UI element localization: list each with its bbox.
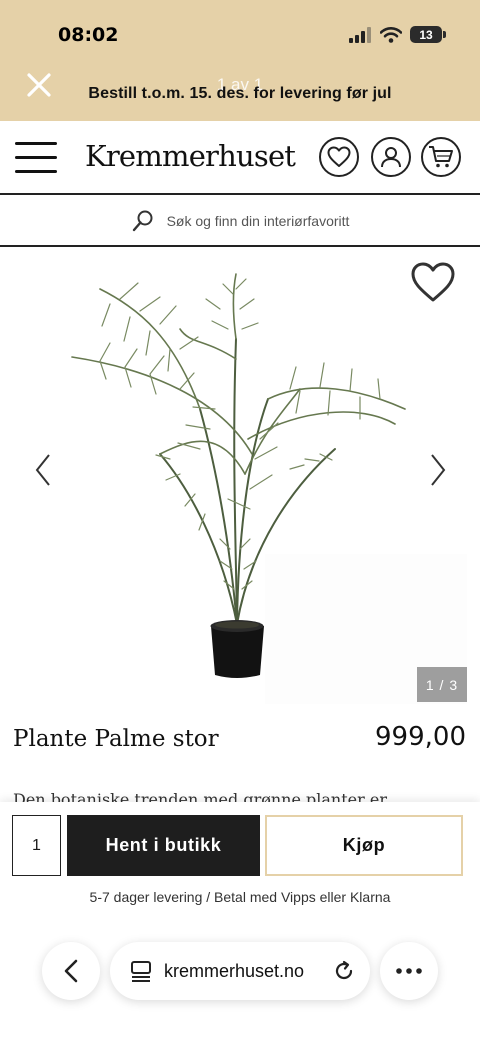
- status-time: 08:02: [58, 24, 119, 46]
- wishlist-button[interactable]: [319, 137, 359, 177]
- browser-back-button[interactable]: [42, 942, 100, 1000]
- wifi-icon: [380, 26, 402, 43]
- search-icon: [132, 210, 153, 232]
- chevron-right-icon[interactable]: [428, 452, 448, 488]
- cart-button[interactable]: [421, 137, 461, 177]
- product-name: Plante Palme stor: [13, 726, 219, 752]
- site-header: Kremmerhuset: [0, 121, 480, 195]
- image-counter: 1 / 3: [417, 667, 467, 702]
- banner-text[interactable]: Bestill t.o.m. 15. des. for levering før…: [0, 85, 480, 103]
- heart-icon: [327, 146, 351, 167]
- buy-button[interactable]: Kjøp: [265, 815, 463, 876]
- user-icon: [381, 147, 401, 168]
- quantity-input[interactable]: 1: [12, 815, 61, 876]
- product-image: [71, 273, 467, 704]
- page-menu-icon: [131, 961, 151, 982]
- account-button[interactable]: [371, 137, 411, 177]
- status-indicators: 13: [348, 26, 446, 43]
- pickup-in-store-button[interactable]: Hent i butikk: [67, 815, 260, 876]
- chevron-left-icon: [64, 959, 78, 983]
- cart-icon: [429, 146, 453, 168]
- battery-indicator: 13: [410, 26, 446, 43]
- more-icon: [396, 968, 422, 974]
- chevron-left-icon[interactable]: [33, 452, 53, 488]
- address-bar[interactable]: kremmerhuset.no: [110, 942, 370, 1000]
- delivery-info: 5-7 dager levering / Betal med Vipps ell…: [89, 889, 391, 905]
- signal-icon: [349, 26, 371, 43]
- reload-icon[interactable]: [332, 959, 356, 983]
- more-options-button[interactable]: [380, 942, 438, 1000]
- favorite-icon[interactable]: [410, 261, 456, 303]
- site-logo[interactable]: Kremmerhuset: [85, 139, 296, 173]
- product-gallery[interactable]: [0, 249, 480, 709]
- url-text: kremmerhuset.no: [164, 960, 305, 981]
- product-price: 999,00: [375, 722, 466, 752]
- search-placeholder: Søk og finn din interiørfavoritt: [166, 213, 350, 229]
- search-input[interactable]: Søk og finn din interiørfavoritt: [0, 197, 480, 247]
- menu-icon[interactable]: [15, 140, 57, 174]
